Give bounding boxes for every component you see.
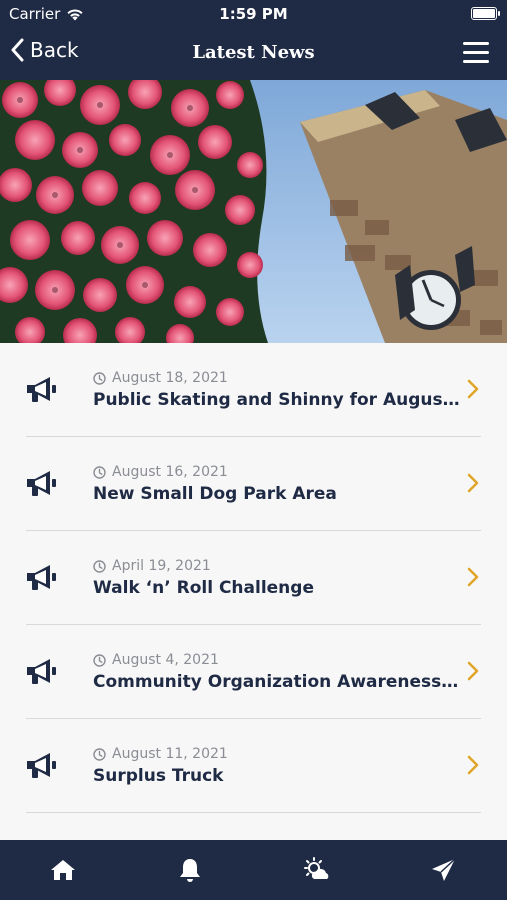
news-item[interactable]: August 4, 2021 Community Organization Aw… — [0, 625, 507, 719]
back-button[interactable]: Back — [10, 38, 79, 62]
news-title: Surplus Truck — [93, 766, 224, 786]
clock-icon — [93, 371, 106, 385]
news-list: August 18, 2021 Public Skating and Shinn… — [0, 343, 507, 840]
news-date-label: August 18, 2021 — [112, 370, 228, 386]
chevron-right-icon — [467, 567, 479, 587]
clock-icon — [93, 653, 106, 667]
news-title: Community Organization Awareness Night 2… — [93, 672, 463, 692]
send-icon — [431, 858, 456, 881]
megaphone-icon — [27, 377, 56, 402]
tab-weather[interactable] — [254, 840, 381, 900]
bell-icon — [180, 859, 201, 882]
megaphone-icon — [27, 659, 56, 684]
divider — [26, 812, 481, 813]
news-date: August 18, 2021 — [93, 370, 228, 386]
chevron-right-icon — [467, 661, 479, 681]
home-icon — [51, 860, 76, 880]
weather-icon — [303, 857, 329, 879]
back-label: Back — [30, 38, 79, 62]
clock-icon — [93, 747, 106, 761]
chevron-right-icon — [467, 473, 479, 493]
battery-icon — [471, 7, 500, 20]
status-time: 1:59 PM — [219, 5, 288, 23]
tab-send[interactable] — [380, 840, 507, 900]
megaphone-icon — [27, 753, 56, 778]
news-date-label: August 11, 2021 — [112, 746, 228, 762]
news-title: Public Skating and Shinny for August 18t… — [93, 390, 463, 410]
news-title: New Small Dog Park Area — [93, 484, 337, 504]
news-date: April 19, 2021 — [93, 558, 211, 574]
news-item[interactable]: August 18, 2021 Public Skating and Shinn… — [0, 343, 507, 437]
news-item[interactable]: August 11, 2021 Surplus Truck — [0, 719, 507, 813]
chevron-left-icon — [11, 38, 24, 62]
clock-icon — [93, 559, 106, 573]
chevron-right-icon — [467, 379, 479, 399]
news-date-label: August 4, 2021 — [112, 652, 219, 668]
chevron-right-icon — [467, 755, 479, 775]
news-item[interactable]: April 19, 2021 Walk ‘n’ Roll Challenge — [0, 531, 507, 625]
tab-bar — [0, 840, 507, 900]
tab-notifications[interactable] — [127, 840, 254, 900]
navigation-bar: Back Latest News — [0, 28, 507, 80]
megaphone-icon — [27, 471, 56, 496]
news-date-label: August 16, 2021 — [112, 464, 228, 480]
menu-icon[interactable] — [463, 42, 489, 64]
news-date: August 4, 2021 — [93, 652, 219, 668]
hero-image — [0, 80, 507, 343]
news-title: Walk ‘n’ Roll Challenge — [93, 578, 314, 598]
clock-icon — [93, 465, 106, 479]
news-item[interactable]: August 16, 2021 New Small Dog Park Area — [0, 437, 507, 531]
tab-home[interactable] — [0, 840, 127, 900]
megaphone-icon — [27, 565, 56, 590]
news-date: August 11, 2021 — [93, 746, 228, 762]
news-date: August 16, 2021 — [93, 464, 228, 480]
status-bar: Carrier 1:59 PM — [0, 0, 507, 28]
news-date-label: April 19, 2021 — [112, 558, 211, 574]
